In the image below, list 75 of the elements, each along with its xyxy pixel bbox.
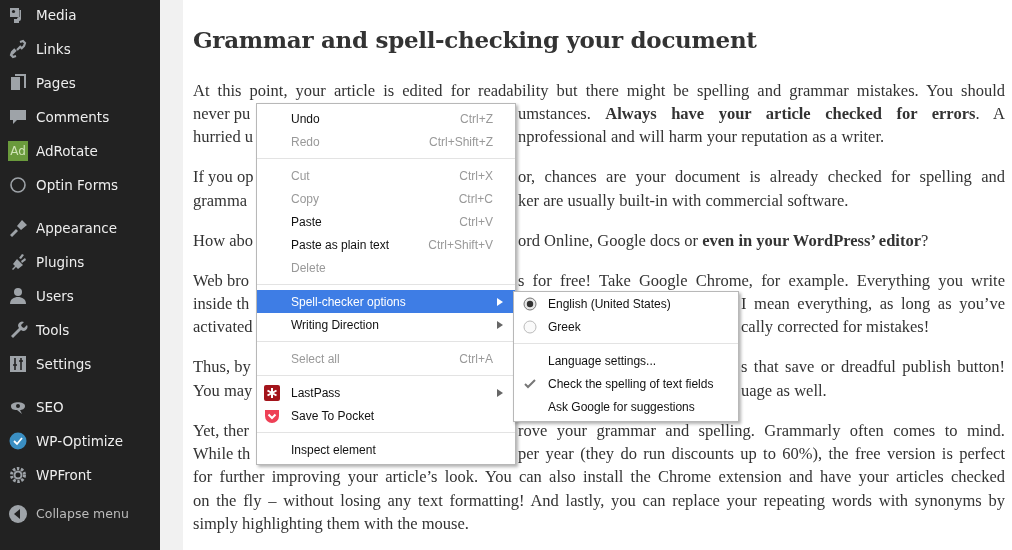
- text-fragment: cally corrected for mistakes!: [740, 316, 931, 339]
- text-fragment: uage as well.: [740, 379, 828, 402]
- circle-icon: [8, 175, 28, 195]
- submenu-arrow-icon: [497, 388, 503, 397]
- text-fragment: rove your grammar and spelling. Grammarly often comes to mind.: [517, 419, 1005, 442]
- pages-icon: [8, 73, 28, 93]
- submenu-arrow-icon: [497, 320, 503, 329]
- text-fragment: nprofessional and will harm your reputation as a writer.: [517, 126, 886, 149]
- pocket-icon: [264, 408, 280, 424]
- menu-item[interactable]: Check the spelling of text fields: [514, 372, 738, 395]
- submenu-arrow-icon: [497, 297, 503, 306]
- sidebar-item[interactable]: Comments: [0, 100, 160, 134]
- text-fragment: s for free! Take Google Chrome, for example. Everything you write: [517, 269, 1005, 292]
- article-heading: Grammar and spell-checking your document: [193, 26, 758, 54]
- sidebar-item[interactable]: WP-Optimize: [0, 424, 160, 458]
- sidebar-item[interactable]: Appearance: [0, 211, 160, 245]
- sidebar-item[interactable]: Ad AdRotate: [0, 134, 160, 168]
- text-line: simply highlighting them with the mouse.: [193, 513, 470, 536]
- menu-item[interactable]: Paste as plain text Ctrl+Shift+V: [257, 233, 515, 256]
- asterisk-icon: [264, 385, 280, 401]
- menu-item[interactable]: English (United States): [514, 292, 738, 315]
- text-fragment: inside th: [193, 292, 250, 315]
- menu-item[interactable]: LastPass: [257, 381, 515, 404]
- sidebar-item[interactable]: Tools: [0, 313, 160, 347]
- adrotate-logo: Ad: [8, 141, 28, 161]
- text-fragment: How abo: [193, 229, 254, 252]
- text-fragment: gramma: [193, 189, 248, 212]
- menu-item[interactable]: Ask Google for suggestions: [514, 395, 738, 418]
- sidebar-item[interactable]: Media: [0, 0, 160, 32]
- collapse-menu-button[interactable]: Collapse menu: [0, 497, 160, 531]
- menu-item[interactable]: Paste Ctrl+V: [257, 210, 515, 233]
- sidebar-item[interactable]: Plugins: [0, 245, 160, 279]
- paintbrush-icon: [8, 218, 28, 238]
- text-fragment: If you op: [193, 166, 254, 189]
- text-fragment: per year (they do run discounts up to 60%), the free version is perfect: [517, 442, 1005, 465]
- text-fragment: s that save or dreadful publish button!: [740, 356, 1005, 379]
- text-fragment: hurried u: [193, 126, 254, 149]
- sidebar-item[interactable]: WPFront: [0, 458, 160, 492]
- sidebar-item[interactable]: SEO: [0, 390, 160, 424]
- menu-item[interactable]: Greek: [514, 315, 738, 338]
- speech-bubble-icon: [8, 107, 28, 127]
- sidebar-item[interactable]: Users: [0, 279, 160, 313]
- menu-item[interactable]: Writing Direction: [257, 313, 515, 336]
- sidebar-item[interactable]: Pages: [0, 66, 160, 100]
- menu-item[interactable]: Language settings...: [514, 349, 738, 372]
- text-fragment: activated: [193, 316, 253, 339]
- user-icon: [8, 286, 28, 306]
- sliders-icon: [8, 354, 28, 374]
- sidebar-item[interactable]: Links: [0, 32, 160, 66]
- text-line: on the fly – without losing any text formatting! And lastly, you can replace your repeating words with synonyms by: [193, 489, 1005, 512]
- collapse-icon: [8, 504, 28, 524]
- check-circle-icon: [8, 431, 28, 451]
- text-line: for further improving your article’s look. You can also install the Chrome extension and have your articles checked: [193, 466, 1005, 489]
- text-fragment: or, chances are your document is already checked for spelling and: [517, 166, 1005, 189]
- text-fragment: Web bro: [193, 269, 249, 292]
- text-line: At this point, your article is edited for readability but there might be spelling and grammar mistakes. You should: [193, 79, 1005, 102]
- text-fragment: umstances. Always have your article checked for errors. A: [517, 103, 1005, 125]
- radio-button[interactable]: [523, 320, 537, 334]
- menu-item[interactable]: Inspect element: [257, 438, 515, 461]
- text-fragment: ker are usually built-in with commercial software.: [517, 189, 850, 212]
- text-fragment: I mean everything, as long as you’ve: [740, 292, 1005, 315]
- menu-item[interactable]: Spell-checker options: [257, 290, 515, 313]
- menu-item[interactable]: Save To Pocket: [257, 404, 515, 427]
- sidebar-item[interactable]: Optin Forms: [0, 168, 160, 202]
- radio-button[interactable]: [523, 297, 537, 311]
- text-fragment: ord Online, Google docs or even in your WordPress’ editor?: [517, 229, 930, 252]
- text-fragment: Thus, by: [193, 356, 251, 379]
- gear-icon: [8, 465, 28, 485]
- sidebar-item[interactable]: Settings: [0, 347, 160, 381]
- text-fragment: You may: [193, 379, 253, 402]
- text-fragment: never pu: [193, 103, 251, 125]
- menu-item[interactable]: Undo Ctrl+Z: [257, 107, 515, 130]
- text-fragment: Yet, ther: [193, 419, 250, 442]
- text-fragment: While th: [193, 442, 251, 465]
- link-icon: [8, 39, 28, 59]
